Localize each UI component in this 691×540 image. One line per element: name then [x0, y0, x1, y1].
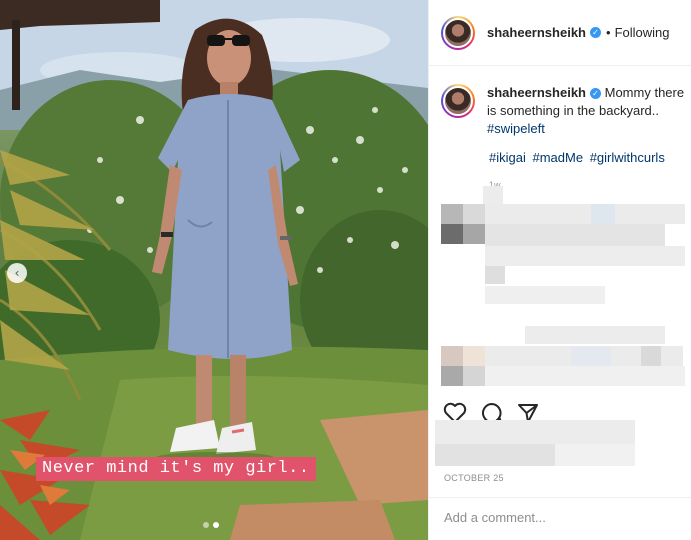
- hashtag-link[interactable]: #ikigai: [489, 150, 526, 165]
- hashtag-link[interactable]: #swipeleft: [487, 121, 545, 136]
- blurred-likes: [435, 420, 635, 468]
- post-media[interactable]: Never mind it's my girl.. ‹: [0, 0, 428, 540]
- verified-badge-icon: ✓: [590, 27, 601, 38]
- blurred-comments: [441, 186, 687, 394]
- caption-username[interactable]: shaheernsheikh: [487, 85, 586, 100]
- avatar[interactable]: [441, 15, 475, 50]
- post-header: shaheernsheikh ✓ • Following: [429, 0, 691, 66]
- post-date: OCTOBER 25: [444, 473, 504, 483]
- hashtag-list: #ikigai #madMe #girlwithcurls: [489, 150, 668, 165]
- caption-text: shaheernsheikh ✓ Mommy there is something…: [487, 84, 687, 138]
- hashtag-link[interactable]: #madMe: [532, 150, 583, 165]
- caption-comment: shaheernsheikh ✓ Mommy there is something…: [441, 84, 687, 138]
- post-details-panel: shaheernsheikh ✓ • Following shaheernshe…: [428, 0, 691, 540]
- verified-badge-icon: ✓: [590, 88, 601, 99]
- username-link[interactable]: shaheernsheikh: [487, 25, 586, 40]
- avatar[interactable]: [441, 84, 475, 118]
- chevron-left-icon[interactable]: ‹: [7, 263, 27, 283]
- carousel-indicator: [203, 522, 219, 528]
- carousel-dot: [203, 522, 209, 528]
- story-caption-banner: Never mind it's my girl..: [36, 457, 316, 481]
- follow-separator: •: [606, 25, 611, 40]
- following-button[interactable]: Following: [615, 25, 670, 40]
- add-comment-bar: [429, 497, 691, 540]
- hashtag-link[interactable]: #girlwithcurls: [590, 150, 665, 165]
- carousel-dot-active: [213, 522, 219, 528]
- add-comment-input[interactable]: [444, 510, 674, 525]
